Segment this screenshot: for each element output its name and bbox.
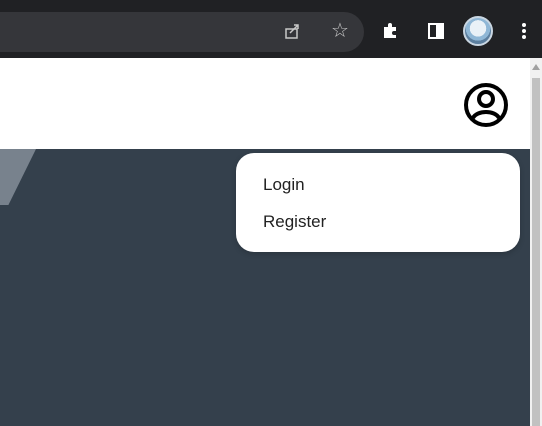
share-icon[interactable] xyxy=(281,19,305,43)
kebab-menu-icon[interactable] xyxy=(512,19,536,43)
menu-item-login[interactable]: Login xyxy=(236,173,520,210)
profile-avatar[interactable] xyxy=(463,16,493,46)
browser-toolbar: ☆ xyxy=(0,0,542,58)
scroll-thumb[interactable] xyxy=(532,78,540,426)
extensions-puzzle-icon[interactable] xyxy=(378,19,402,43)
menu-item-register[interactable]: Register xyxy=(236,210,520,247)
scroll-up-arrow-icon[interactable] xyxy=(532,64,540,70)
star-icon[interactable]: ☆ xyxy=(328,19,352,43)
account-circle-icon[interactable] xyxy=(463,82,509,128)
address-bar[interactable] xyxy=(0,12,364,52)
vertical-scrollbar[interactable] xyxy=(530,58,542,426)
account-dropdown-menu: Login Register xyxy=(236,153,520,252)
side-panel-icon[interactable] xyxy=(424,19,448,43)
hero-accent-shape xyxy=(0,149,36,205)
site-header xyxy=(0,58,530,149)
